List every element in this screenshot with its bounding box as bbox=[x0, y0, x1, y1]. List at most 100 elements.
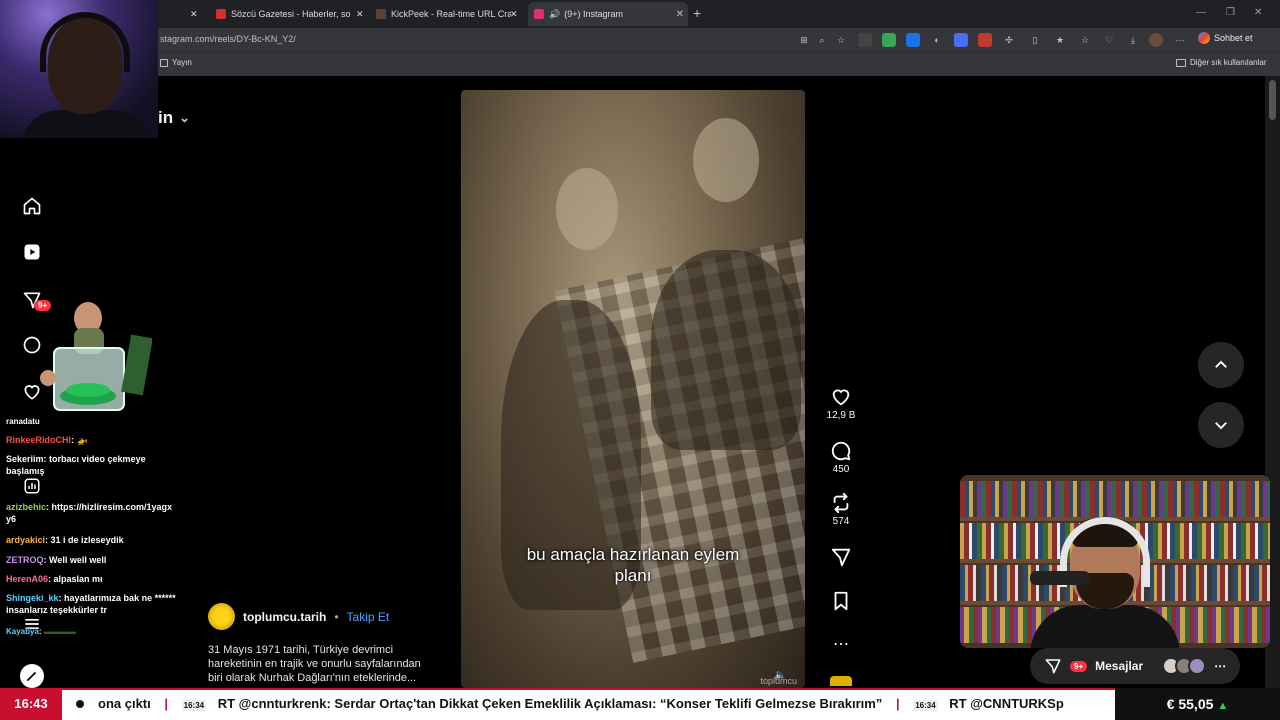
close-window-icon[interactable]: ✕ bbox=[1254, 7, 1262, 18]
share-icon bbox=[831, 548, 851, 567]
extension-icon[interactable] bbox=[882, 33, 896, 47]
tab-instagram[interactable]: 🔊 (9+) Instagram ✕ bbox=[528, 2, 688, 26]
repost-count: 574 bbox=[832, 516, 850, 527]
bookmark-label: Yayın bbox=[172, 58, 192, 67]
close-tab-icon[interactable]: ✕ bbox=[676, 9, 684, 20]
chat-user: HerenA06 bbox=[6, 574, 49, 584]
ticker-clock: 16:43 bbox=[0, 688, 62, 720]
insights-icon[interactable] bbox=[20, 474, 44, 498]
heart-icon bbox=[832, 389, 850, 406]
extension-icon[interactable]: ◐ bbox=[930, 33, 944, 47]
ticker-row: ona çıktı | 16:34 RT @cnnturkrenk: Serda… bbox=[98, 696, 1064, 711]
follow-button[interactable]: Takip Et bbox=[347, 610, 390, 624]
sozcu-favicon-icon bbox=[216, 9, 226, 19]
minimize-icon[interactable]: — bbox=[1196, 7, 1206, 18]
favorites-icon[interactable]: ★ bbox=[1053, 33, 1067, 47]
post-description[interactable]: 31 Mayıs 1971 tarihi, Türkiye devrimci h… bbox=[208, 643, 438, 685]
extensions-puzzle-icon[interactable]: ✣ bbox=[1002, 33, 1016, 47]
app-icon[interactable]: ⊞ bbox=[797, 33, 811, 47]
euro-price: € 55,05 ▲ bbox=[1115, 688, 1280, 720]
folder-icon bbox=[1176, 58, 1186, 67]
chat-message: azizbehic: https://hizliresim.com/1yagxy… bbox=[6, 502, 173, 524]
reel-video[interactable]: bu amaçla hazırlanan eylem planı 🔈 toplu… bbox=[461, 90, 805, 688]
chat-text: ranadatu bbox=[6, 417, 40, 426]
streamer-webcam-bottom bbox=[960, 475, 1270, 648]
extension-icon[interactable] bbox=[978, 33, 992, 47]
subtitle-line: bu amaçla hazırlanan eylem bbox=[526, 545, 740, 564]
chevron-down-icon: ⌄ bbox=[179, 110, 191, 125]
more-icon: ⋯ bbox=[1214, 659, 1227, 673]
screen: Sözcü Gazetesi - Haberler, son dak ✕ ✕ K… bbox=[0, 0, 1280, 720]
chat-user: Kayabya bbox=[6, 627, 39, 636]
profile-avatar[interactable] bbox=[1149, 33, 1163, 47]
reels-icon[interactable] bbox=[20, 240, 44, 264]
kickpeek-favicon-icon bbox=[376, 9, 386, 19]
messages-badge: 9+ bbox=[1070, 660, 1088, 672]
tab-title: KickPeek - Real-time URL Crawler bbox=[391, 9, 511, 19]
zoom-icon[interactable]: ⌕ bbox=[815, 33, 829, 47]
photo-head bbox=[693, 118, 759, 202]
create-pen-icon[interactable] bbox=[20, 664, 44, 688]
chat-user: ardyakici bbox=[6, 535, 46, 545]
chat-message: ZETROQ: Well well well bbox=[6, 555, 107, 565]
share-button[interactable] bbox=[820, 546, 862, 568]
comment-icon bbox=[831, 441, 851, 461]
close-tab-icon[interactable]: ✕ bbox=[190, 2, 204, 26]
repost-icon bbox=[833, 492, 849, 514]
close-tab-icon[interactable]: ✕ bbox=[510, 2, 524, 26]
copilot-chat-button[interactable]: Sohbet et bbox=[1198, 32, 1253, 44]
next-reel-button[interactable] bbox=[1198, 402, 1244, 448]
chat-text: alpaslan mı bbox=[53, 574, 103, 584]
chat-text: Well well well bbox=[49, 555, 107, 565]
subtitle-line: planı bbox=[614, 566, 652, 585]
streamer-webcam-top bbox=[0, 0, 158, 138]
home-icon[interactable] bbox=[20, 194, 44, 218]
video-watermark: toplumcu bbox=[760, 676, 797, 686]
extension-icon[interactable] bbox=[954, 33, 968, 47]
account-switcher[interactable]: in ⌄ bbox=[158, 108, 190, 128]
page-icon bbox=[160, 58, 168, 67]
comment-count: 450 bbox=[832, 464, 850, 475]
bookmark-yayin[interactable]: Yayın bbox=[160, 58, 192, 67]
tab-sozcu[interactable]: Sözcü Gazetesi - Haberler, son dak bbox=[210, 2, 370, 26]
favorite-star-icon[interactable]: ☆ bbox=[834, 33, 848, 47]
address-bar[interactable]: stagram.com/reels/DY-Bc-KN_Y2/ bbox=[160, 34, 296, 44]
ticker-track: ona çıktı | 16:34 RT @cnnturkrenk: Serda… bbox=[98, 688, 1115, 720]
like-button[interactable]: 12,9 B bbox=[820, 386, 862, 421]
speaker-icon[interactable]: 🔊 bbox=[549, 9, 560, 20]
more-options-icon[interactable]: ⋯ bbox=[820, 634, 862, 654]
save-button[interactable] bbox=[820, 590, 862, 612]
new-tab-button[interactable]: + bbox=[693, 5, 701, 21]
downloads-icon[interactable]: ⤓ bbox=[1126, 33, 1140, 47]
bookmark-label: Diğer sık kullanılanlar bbox=[1190, 58, 1267, 67]
previous-reel-button[interactable] bbox=[1198, 342, 1244, 388]
repost-button[interactable]: 574 bbox=[820, 492, 862, 527]
chat-message: ardyakici: 31 i de izleseydik bbox=[6, 535, 124, 545]
collections-icon[interactable]: ☆ bbox=[1078, 33, 1092, 47]
comment-button[interactable]: 450 bbox=[820, 440, 862, 475]
audio-thumbnail[interactable] bbox=[820, 676, 862, 686]
extension-icon[interactable] bbox=[906, 33, 920, 47]
brand-text: in bbox=[158, 108, 174, 127]
chat-button-label: Sohbet et bbox=[1214, 33, 1253, 43]
browser-essentials-icon[interactable]: ♡ bbox=[1102, 33, 1116, 47]
extension-icon[interactable] bbox=[858, 33, 872, 47]
more-menu-icon[interactable]: ⋯ bbox=[1173, 33, 1187, 47]
maximize-icon[interactable]: ❐ bbox=[1226, 7, 1235, 18]
bookmark-icon bbox=[834, 591, 848, 611]
messages-button[interactable]: 9+ Mesajlar ⋯ bbox=[1030, 648, 1240, 684]
author-avatar[interactable] bbox=[208, 603, 235, 630]
tab-title: (9+) Instagram bbox=[564, 9, 623, 19]
close-tab-icon[interactable]: ✕ bbox=[356, 2, 370, 26]
chat-text: 31 i de izleseydik bbox=[50, 535, 124, 545]
tab-kickpeek[interactable]: KickPeek - Real-time URL Crawler bbox=[370, 2, 526, 26]
browser-tab-bar: Sözcü Gazetesi - Haberler, son dak ✕ ✕ K… bbox=[0, 0, 1280, 28]
chat-user: Shingeki_kk bbox=[6, 593, 59, 603]
chat-message: HerenA06: alpaslan mı bbox=[6, 574, 103, 584]
split-screen-icon[interactable]: ▯ bbox=[1028, 33, 1042, 47]
author-name[interactable]: toplumcu.tarih bbox=[243, 610, 326, 624]
other-favorites[interactable]: Diğer sık kullanılanlar bbox=[1176, 58, 1266, 67]
chevron-down-icon bbox=[1215, 422, 1227, 430]
chat-user: azizbehic bbox=[6, 502, 47, 512]
price-value: € 55,05 bbox=[1166, 696, 1214, 712]
